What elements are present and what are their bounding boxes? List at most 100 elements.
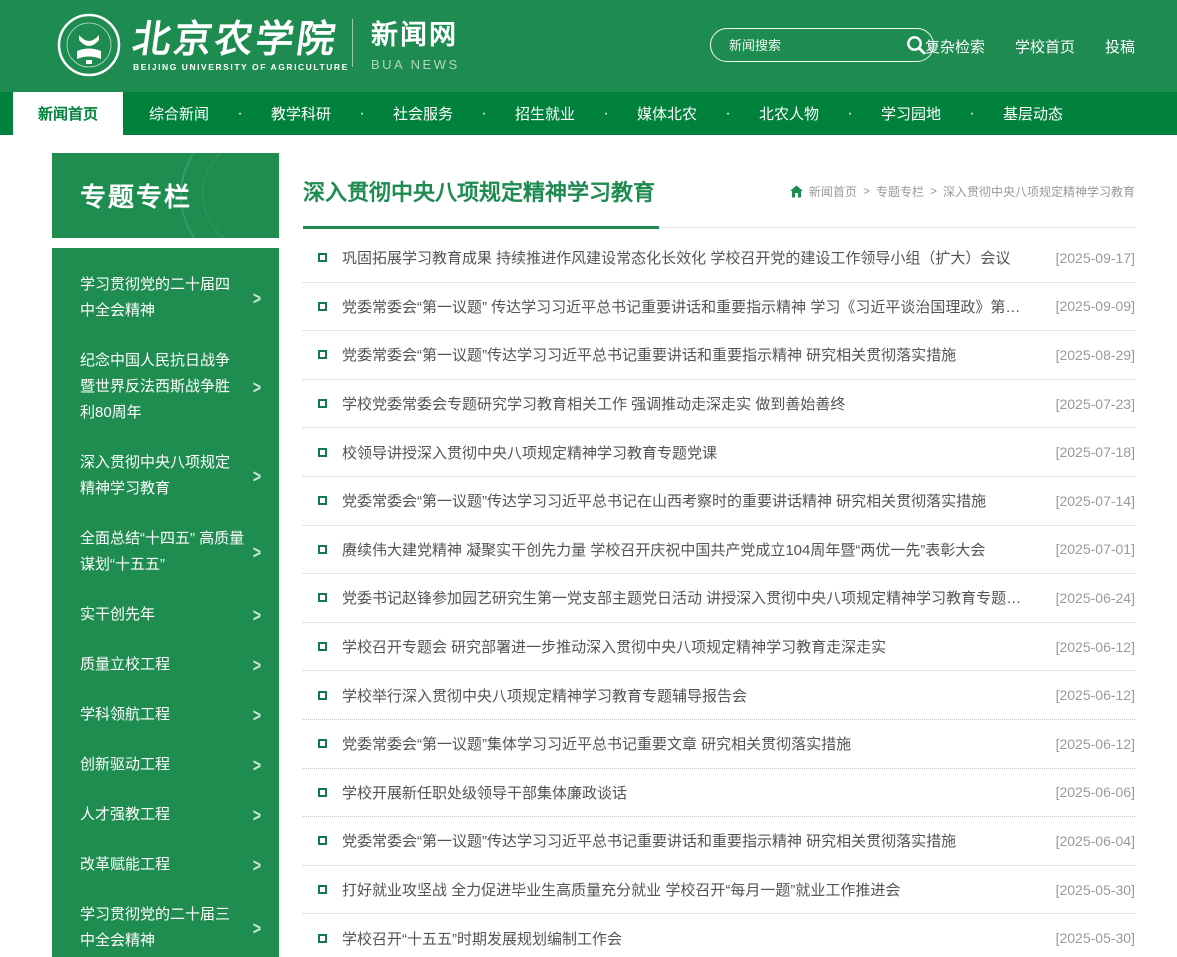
sidebar-list: 学习贯彻党的二十届四中全会精神 > 纪念中国人民抗日战争暨世界反法西斯战争胜利8…	[52, 248, 279, 957]
sidebar-item-label: 人才强教工程	[80, 802, 245, 828]
news-row[interactable]: 学校举行深入贯彻中央八项规定精神学习教育专题辅导报告会 [2025-06-12]	[303, 671, 1135, 720]
sidebar-item[interactable]: 学习贯彻党的二十届三中全会精神 >	[52, 890, 279, 957]
news-row[interactable]: 赓续伟大建党精神 凝聚实干创先力量 学校召开庆祝中国共产党成立104周年暨“两优…	[303, 526, 1135, 575]
square-bullet-icon	[318, 399, 327, 408]
link-advanced-search[interactable]: 复杂检索	[925, 36, 985, 57]
chevron-right-icon: >	[253, 655, 261, 676]
news-date: [2025-07-01]	[1056, 541, 1135, 557]
university-seal-icon	[57, 13, 121, 77]
square-bullet-icon	[318, 496, 327, 505]
square-bullet-icon	[318, 739, 327, 748]
news-link[interactable]: 党委常委会“第一议题”传达学习习近平总书记重要讲话和重要指示精神 研究相关贯彻落…	[342, 344, 1056, 365]
news-link[interactable]: 学校召开“十五五”时期发展规划编制工作会	[342, 928, 1056, 949]
sidebar-item[interactable]: 全面总结“十四五” 高质量谋划“十五五” >	[52, 514, 279, 590]
news-row[interactable]: 党委常委会“第一议题”传达学习习近平总书记在山西考察时的重要讲话精神 研究相关贯…	[303, 477, 1135, 526]
news-link[interactable]: 巩固拓展学习教育成果 持续推进作风建设常态化长效化 学校召开党的建设工作领导小组…	[342, 247, 1056, 268]
home-icon	[790, 185, 803, 198]
news-link[interactable]: 学校召开专题会 研究部署进一步推动深入贯彻中央八项规定精神学习教育走深走实	[342, 636, 1056, 657]
news-link[interactable]: 党委常委会“第一议题”集体学习习近平总书记重要文章 研究相关贯彻落实措施	[342, 733, 1056, 754]
sidebar-item[interactable]: 学科领航工程 >	[52, 690, 279, 740]
sidebar: 专题专栏 学习贯彻党的二十届四中全会精神 > 纪念中国人民抗日战争暨世界反法西斯…	[52, 153, 279, 957]
news-row[interactable]: 学校开展新任职处级领导干部集体廉政谈话 [2025-06-06]	[303, 769, 1135, 818]
sidebar-header: 专题专栏	[52, 153, 279, 238]
sidebar-item[interactable]: 深入贯彻中央八项规定精神学习教育 >	[52, 438, 279, 514]
news-date: [2025-07-14]	[1056, 493, 1135, 509]
nav-item-news-home[interactable]: 新闻首页	[13, 92, 123, 135]
news-row[interactable]: 打好就业攻坚战 全力促进毕业生高质量充分就业 学校召开“每月一题”就业工作推进会…	[303, 866, 1135, 915]
sidebar-item-label: 学习贯彻党的二十届四中全会精神	[80, 272, 245, 324]
news-link[interactable]: 学校开展新任职处级领导干部集体廉政谈话	[342, 782, 1056, 803]
news-row[interactable]: 学校召开“十五五”时期发展规划编制工作会 [2025-05-30]	[303, 914, 1135, 957]
nav-item-admission-employment[interactable]: 招生就业	[489, 92, 601, 135]
news-link[interactable]: 赓续伟大建党精神 凝聚实干创先力量 学校召开庆祝中国共产党成立104周年暨“两优…	[342, 539, 1056, 560]
university-logo[interactable]: 北京农学院 BEIJING UNIVERSITY OF AGRICULTURE	[57, 13, 349, 77]
nav-item-general-news[interactable]: 综合新闻	[123, 92, 235, 135]
nav-dot: ·	[357, 92, 367, 135]
square-bullet-icon	[318, 448, 327, 457]
news-row[interactable]: 党委常委会“第一议题”传达学习习近平总书记重要讲话和重要指示精神 研究相关贯彻落…	[303, 331, 1135, 380]
chevron-right-icon: >	[253, 855, 261, 876]
news-link[interactable]: 学校举行深入贯彻中央八项规定精神学习教育专题辅导报告会	[342, 685, 1056, 706]
sidebar-item[interactable]: 人才强教工程 >	[52, 790, 279, 840]
search-input[interactable]	[729, 38, 905, 53]
news-row[interactable]: 巩固拓展学习教育成果 持续推进作风建设常态化长效化 学校召开党的建设工作领导小组…	[303, 234, 1135, 283]
news-date: [2025-05-30]	[1056, 930, 1135, 946]
news-row[interactable]: 党委书记赵锋参加园艺研究生第一党支部主题党日活动 讲授深入贯彻中央八项规定精神学…	[303, 574, 1135, 623]
news-row[interactable]: 党委常委会“第一议题” 传达学习习近平总书记重要讲话和重要指示精神 学习《习近平…	[303, 283, 1135, 332]
sidebar-item[interactable]: 质量立校工程 >	[52, 640, 279, 690]
nav-dot: ·	[723, 92, 733, 135]
news-row[interactable]: 学校党委常委会专题研究学习教育相关工作 强调推动走深走实 做到善始善终 [202…	[303, 380, 1135, 429]
nav-item-teaching-research[interactable]: 教学科研	[245, 92, 357, 135]
nav-item-media[interactable]: 媒体北农	[611, 92, 723, 135]
square-bullet-icon	[318, 788, 327, 797]
square-bullet-icon	[318, 836, 327, 845]
sidebar-item[interactable]: 改革赋能工程 >	[52, 840, 279, 890]
chevron-right-icon: >	[253, 605, 261, 626]
main-content: 深入贯彻中央八项规定精神学习教育 新闻首页 > 专题专栏 > 深入贯彻中央八项规…	[303, 153, 1135, 957]
news-row[interactable]: 学校召开专题会 研究部署进一步推动深入贯彻中央八项规定精神学习教育走深走实 [2…	[303, 623, 1135, 672]
chevron-right-icon: >	[253, 805, 261, 826]
news-link[interactable]: 党委常委会“第一议题” 传达学习习近平总书记重要讲话和重要指示精神 学习《习近平…	[342, 296, 1056, 317]
sidebar-item-label: 改革赋能工程	[80, 852, 245, 878]
sidebar-item-label: 实干创先年	[80, 602, 245, 628]
sidebar-item[interactable]: 实干创先年 >	[52, 590, 279, 640]
breadcrumb-item[interactable]: 深入贯彻中央八项规定精神学习教育	[943, 183, 1135, 200]
search-button[interactable]	[905, 34, 927, 56]
square-bullet-icon	[318, 253, 327, 262]
breadcrumb: 新闻首页 > 专题专栏 > 深入贯彻中央八项规定精神学习教育	[790, 183, 1135, 200]
nav-item-people[interactable]: 北农人物	[733, 92, 845, 135]
link-submit[interactable]: 投稿	[1105, 36, 1135, 57]
news-row[interactable]: 校领导讲授深入贯彻中央八项规定精神学习教育专题党课 [2025-07-18]	[303, 428, 1135, 477]
news-link[interactable]: 打好就业攻坚战 全力促进毕业生高质量充分就业 学校召开“每月一题”就业工作推进会	[342, 879, 1056, 900]
chevron-right-icon: >	[253, 542, 261, 563]
news-link[interactable]: 学校党委常委会专题研究学习教育相关工作 强调推动走深走实 做到善始善终	[342, 393, 1056, 414]
news-link[interactable]: 党委常委会“第一议题”传达学习习近平总书记在山西考察时的重要讲话精神 研究相关贯…	[342, 490, 1056, 511]
sidebar-item[interactable]: 学习贯彻党的二十届四中全会精神 >	[52, 260, 279, 336]
news-row[interactable]: 党委常委会“第一议题”传达学习习近平总书记重要讲话和重要指示精神 研究相关贯彻落…	[303, 817, 1135, 866]
link-school-home[interactable]: 学校首页	[1015, 36, 1075, 57]
news-link[interactable]: 党委书记赵锋参加园艺研究生第一党支部主题党日活动 讲授深入贯彻中央八项规定精神学…	[342, 587, 1056, 608]
square-bullet-icon	[318, 885, 327, 894]
site-name: 新闻网	[371, 13, 460, 52]
news-date: [2025-06-24]	[1056, 590, 1135, 606]
news-link[interactable]: 校领导讲授深入贯彻中央八项规定精神学习教育专题党课	[342, 442, 1056, 463]
nav-item-study-garden[interactable]: 学习园地	[855, 92, 967, 135]
news-date: [2025-06-06]	[1056, 784, 1135, 800]
breadcrumb-item[interactable]: 专题专栏	[876, 183, 924, 200]
sidebar-item[interactable]: 纪念中国人民抗日战争暨世界反法西斯战争胜利80周年 >	[52, 336, 279, 438]
news-link[interactable]: 党委常委会“第一议题”传达学习习近平总书记重要讲话和重要指示精神 研究相关贯彻落…	[342, 830, 1056, 851]
sidebar-item-label: 全面总结“十四五” 高质量谋划“十五五”	[80, 526, 245, 578]
nav-dot: ·	[967, 92, 977, 135]
nav-dot: ·	[235, 92, 245, 135]
chevron-right-icon: >	[253, 377, 261, 398]
nav-item-grassroots[interactable]: 基层动态	[977, 92, 1089, 135]
sidebar-title: 专题专栏	[80, 177, 192, 214]
news-date: [2025-06-04]	[1056, 833, 1135, 849]
university-name: 北京农学院	[130, 18, 352, 60]
nav-item-social-service[interactable]: 社会服务	[367, 92, 479, 135]
breadcrumb-item[interactable]: 新闻首页	[809, 183, 857, 200]
news-row[interactable]: 党委常委会“第一议题”集体学习习近平总书记重要文章 研究相关贯彻落实措施 [20…	[303, 720, 1135, 769]
square-bullet-icon	[318, 642, 327, 651]
sidebar-item-label: 深入贯彻中央八项规定精神学习教育	[80, 450, 245, 502]
sidebar-item[interactable]: 创新驱动工程 >	[52, 740, 279, 790]
